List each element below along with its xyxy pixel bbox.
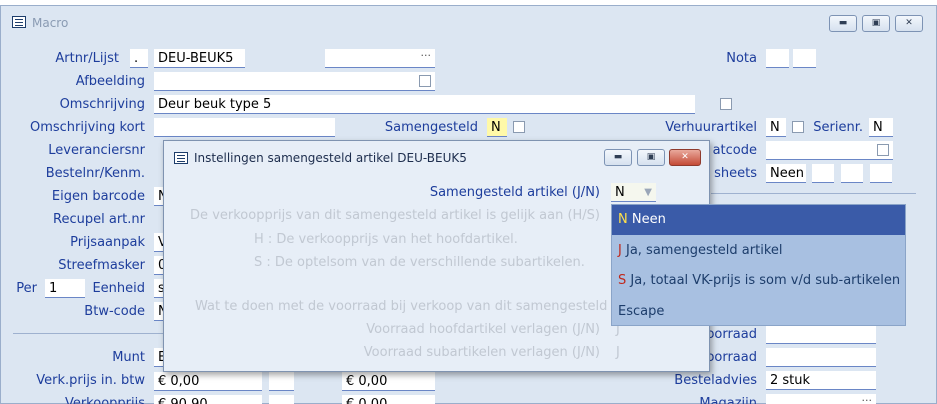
recupel-label: Recupel art.nr	[53, 212, 145, 227]
verkoopprijs-field[interactable]: € 90,90	[154, 395, 262, 404]
sheets-field-3[interactable]	[841, 164, 863, 183]
dialog-minimize-button[interactable]: ▬	[604, 149, 632, 166]
nota-label: Nota	[726, 51, 757, 66]
option-label: Escape	[618, 304, 665, 319]
verhuurartikel-label: Verhuurartikel	[665, 120, 757, 135]
verhuurartikel-checkbox[interactable]	[792, 121, 804, 133]
option-label: Ja, totaal VK-prijs is som v/d sub-artik…	[630, 273, 901, 288]
maximize-button[interactable]: ▣	[862, 15, 890, 32]
voorraad-hoofdartikel-label: Voorraad hoofdartikel verlagen (J/N)	[366, 322, 600, 337]
magazijn-label: Magazijn	[699, 396, 757, 404]
verhuurartikel-field[interactable]: N	[766, 118, 786, 137]
serienr-field[interactable]: N	[869, 118, 893, 137]
eigen-barcode-label: Eigen barcode	[51, 189, 145, 204]
bestelnr-label: Bestelnr/Kenm.	[45, 166, 145, 181]
samengesteld-artikel-value: N	[615, 185, 625, 200]
close-button[interactable]: ✕	[895, 15, 923, 32]
dropdown-option-escape[interactable]: Escape	[612, 297, 905, 327]
catcode-checkbox[interactable]	[877, 144, 889, 156]
besteladvies-label: Besteladvies	[674, 373, 757, 388]
omschrijving-field[interactable]: Deur beuk type 5	[154, 95, 695, 114]
option-key: S	[618, 273, 627, 288]
dialog-close-button[interactable]: ✕	[669, 149, 701, 166]
samengesteld-checkbox[interactable]	[513, 121, 525, 133]
samengesteld-artikel-select[interactable]: N ▼	[611, 183, 656, 202]
besteladvies-field[interactable]: 2 stuk	[766, 371, 876, 390]
samengesteld-label: Samengesteld	[384, 120, 478, 135]
verkoopprijs-extra-field[interactable]	[269, 395, 294, 404]
dropdown-option-neen[interactable]: N Neen	[612, 205, 905, 235]
subartikelen-option-text: S : De optelsom van de verschillende sub…	[254, 255, 585, 270]
verkoopprijs-2-field[interactable]: € 0,00	[342, 395, 435, 404]
artnr-prefix-field[interactable]: .	[130, 49, 148, 68]
artnr-field[interactable]: DEU-BEUK5	[154, 49, 245, 68]
verk-prijs-field[interactable]: € 0,00	[154, 372, 262, 391]
option-label: Neen	[631, 212, 666, 227]
verk-prijs-2-field[interactable]: € 0,00	[342, 372, 435, 391]
dialog-maximize-button[interactable]: ▣	[637, 149, 665, 166]
hoofdartikel-option-text: H : De verkoopprijs van het hoofdartikel…	[254, 232, 518, 247]
option-key: N	[618, 212, 628, 227]
munt-label: Munt	[112, 350, 145, 365]
verk-prijs-extra-field[interactable]	[269, 372, 294, 391]
btw-code-label: Btw-code	[84, 304, 145, 319]
prijsaanpak-label: Prijsaanpak	[70, 235, 145, 250]
catcode-field[interactable]	[766, 141, 893, 160]
screen: Macro ▬ ▣ ✕ Artnr/Lijst Afbeelding Omsch…	[0, 0, 937, 404]
omschrijving-kort-field[interactable]	[154, 118, 335, 137]
per-field[interactable]: 1	[45, 279, 85, 298]
voorraad-subartikelen-value[interactable]: J	[616, 344, 620, 362]
ellipsis-icon[interactable]: ···	[862, 394, 873, 404]
nota-field-2[interactable]	[793, 49, 816, 68]
streefmasker-label: Streefmasker	[58, 258, 145, 273]
dropdown-option-ja[interactable]: J Ja, samengesteld artikel	[612, 236, 905, 266]
afbeelding-field[interactable]	[154, 72, 435, 91]
verkoopprijs-info-text: De verkoopprijs van dit samengesteld art…	[190, 208, 600, 223]
option-key: J	[618, 243, 622, 258]
voorraad-info-text: Wat te doen met de voorraad bij verkoop …	[195, 299, 620, 314]
afbeelding-browse-icon[interactable]	[419, 75, 431, 87]
voorraad-field-2[interactable]	[766, 348, 876, 367]
samengesteld-field[interactable]: N	[487, 118, 507, 137]
dialog-menu-icon[interactable]	[174, 152, 188, 164]
magazijn-field[interactable]: ···	[766, 394, 876, 404]
samengesteld-artikel-label: Samengesteld artikel (J/N)	[429, 185, 600, 200]
verk-prijs-label: Verk.prijs in. btw	[36, 373, 145, 388]
samengesteld-dropdown: N Neen J Ja, samengesteld artikel S Ja, …	[611, 204, 906, 326]
verkoopprijs-label: Verkoopprijs	[64, 396, 145, 404]
lijst-field[interactable]: ···	[325, 49, 435, 68]
window-title-bar[interactable]: Macro ▬ ▣ ✕	[1, 6, 936, 40]
leveranciersnr-label: Leveranciersnr	[48, 143, 145, 158]
divider	[711, 193, 916, 194]
omschrijving-kort-label: Omschrijving kort	[29, 120, 145, 135]
serienr-label: Serienr.	[813, 120, 863, 135]
afbeelding-label: Afbeelding	[75, 74, 145, 89]
omschrijving-checkbox[interactable]	[720, 98, 732, 110]
voorraad-subartikelen-label: Voorraad subartikelen verlagen (J/N)	[363, 345, 600, 360]
minimize-button[interactable]: ▬	[829, 15, 857, 32]
chevron-down-icon[interactable]: ▼	[644, 183, 652, 201]
dialog-title-bar[interactable]: Instellingen samengesteld artikel DEU-BE…	[164, 141, 709, 175]
ellipsis-icon[interactable]: ···	[421, 49, 432, 65]
option-label: Ja, samengesteld artikel	[625, 243, 783, 258]
dialog-title: Instellingen samengesteld artikel DEU-BE…	[194, 151, 467, 165]
sheets-field[interactable]: Neen	[766, 164, 806, 183]
sheets-field-2[interactable]	[812, 164, 834, 183]
window-title: Macro	[32, 16, 69, 30]
app-menu-icon[interactable]	[12, 16, 26, 28]
voorraad-field-1[interactable]	[766, 325, 876, 344]
sheets-field-4[interactable]	[870, 164, 892, 183]
dropdown-option-totaal[interactable]: S Ja, totaal VK-prijs is som v/d sub-art…	[612, 266, 905, 296]
artnr-label: Artnr/Lijst	[55, 51, 119, 66]
nota-field-1[interactable]	[766, 49, 789, 68]
omschrijving-label: Omschrijving	[59, 97, 145, 112]
